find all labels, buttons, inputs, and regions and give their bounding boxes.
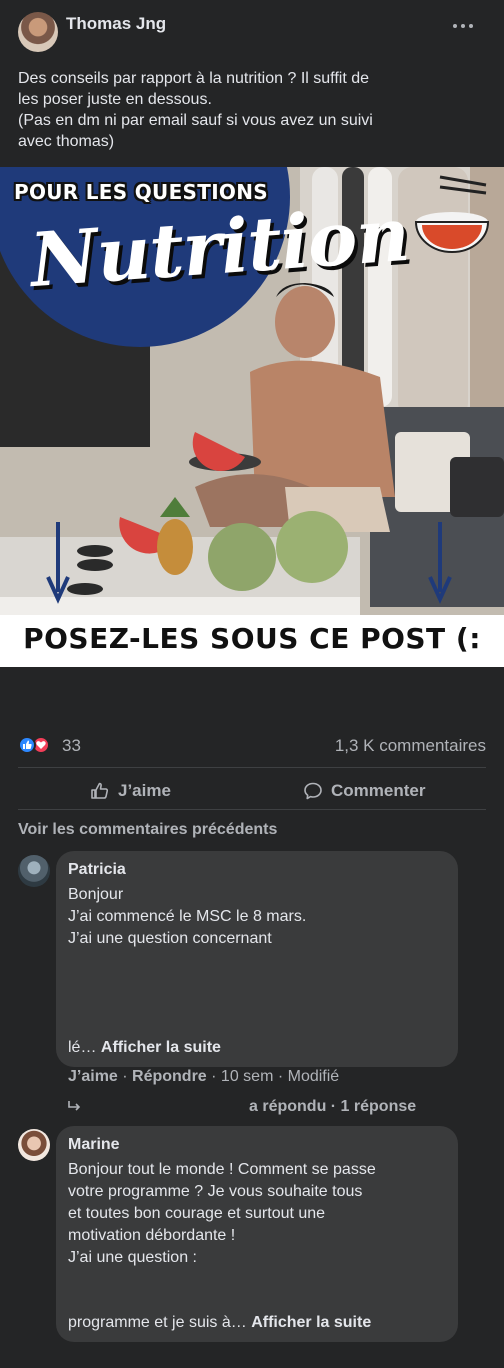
author-name[interactable]: Thomas Jng: [66, 14, 166, 34]
divider: [18, 809, 486, 810]
post-text-line: Des conseils par rapport à la nutrition …: [18, 70, 369, 87]
comment-text-line: J’ai une question :: [68, 1249, 197, 1266]
comment-bubble-icon: [304, 782, 322, 800]
commenter-avatar[interactable]: [18, 1129, 50, 1161]
reactions-count[interactable]: 33: [62, 736, 81, 756]
comment-truncated-line: programme et je suis à… Afficher la suit…: [68, 1314, 371, 1332]
comment-text: Bonjour J’ai commencé le MSC le 8 mars. …: [68, 884, 306, 950]
post-text-line: (Pas en dm ni par email sauf si vous ave…: [18, 112, 373, 129]
comment-like-link[interactable]: J’aime: [68, 1068, 118, 1085]
comment-button-label: Commenter: [331, 781, 426, 800]
comment-text-line: J’ai commencé le MSC le 8 mars.: [68, 908, 307, 925]
comment-text-line: motivation débordante !: [68, 1227, 236, 1244]
like-button[interactable]: J’aime: [90, 776, 171, 806]
reaction-stats: 33 1,3 K commentaires: [18, 732, 486, 760]
meta-separator: ·: [273, 1068, 288, 1085]
comment-reply-link[interactable]: Répondre: [132, 1068, 207, 1085]
like-reaction-icon[interactable]: [18, 736, 36, 754]
image-banner-text: POSEZ-LES SOUS CE POST (:: [23, 622, 481, 655]
post-image[interactable]: POUR LES QUESTIONS Nutrition POSEZ-LES S…: [0, 167, 504, 667]
comment-button[interactable]: Commenter: [303, 776, 425, 806]
comment-meta: J’aime · Répondre · 10 sem · Modifié: [68, 1068, 339, 1086]
comment-text-line: votre programme ? Je vous souhaite tous: [68, 1183, 363, 1200]
post-text-line: avec thomas): [18, 133, 115, 150]
comments-count[interactable]: 1,3 K commentaires: [335, 736, 486, 756]
comment-truncated-text: lé…: [68, 1039, 97, 1056]
comment-bubble: Patricia Bonjour J’ai commencé le MSC le…: [56, 851, 458, 1067]
post-header: Thomas Jng: [0, 0, 504, 60]
view-previous-comments-link[interactable]: Voir les commentaires précédents: [18, 821, 277, 839]
comment-bubble: Marine Bonjour tout le monde ! Comment s…: [56, 1126, 458, 1342]
commenter-name[interactable]: Patricia: [68, 861, 126, 879]
feed-post: Thomas Jng Des conseils par rapport à la…: [0, 0, 504, 1368]
comment-text-line: et toutes bon courage et surtout une: [68, 1205, 326, 1222]
comment-timestamp[interactable]: 10 sem: [221, 1068, 273, 1085]
commenter-name[interactable]: Marine: [68, 1136, 120, 1154]
reply-arrow-icon: [68, 1101, 81, 1111]
like-button-label: J’aime: [118, 781, 171, 800]
comment-text-line: Bonjour: [68, 886, 124, 903]
more-horizontal-icon[interactable]: [452, 22, 474, 30]
post-text-line: les poser juste en dessous.: [18, 91, 212, 108]
image-overlay-title: POUR LES QUESTIONS: [14, 180, 268, 204]
meta-separator: ·: [206, 1068, 221, 1085]
comment-text-line: J’ai une question concernant: [68, 930, 272, 947]
meta-separator: ·: [117, 1068, 133, 1085]
divider: [18, 767, 486, 768]
comment-edited-label: Modifié: [287, 1068, 340, 1085]
view-replies-link[interactable]: a répondu · 1 réponse: [249, 1098, 416, 1116]
see-more-link[interactable]: Afficher la suite: [251, 1314, 371, 1331]
post-text: Des conseils par rapport à la nutrition …: [18, 68, 488, 152]
commenter-avatar[interactable]: [18, 855, 50, 887]
thumbs-up-icon: [91, 782, 109, 799]
comment-truncated-text: programme et je suis à…: [68, 1314, 247, 1331]
comment-text: Bonjour tout le monde ! Comment se passe…: [68, 1159, 376, 1269]
author-avatar[interactable]: [18, 12, 58, 52]
comment-truncated-line: lé… Afficher la suite: [68, 1039, 221, 1057]
comment-text-line: Bonjour tout le monde ! Comment se passe: [68, 1161, 376, 1178]
see-more-link[interactable]: Afficher la suite: [101, 1039, 221, 1056]
